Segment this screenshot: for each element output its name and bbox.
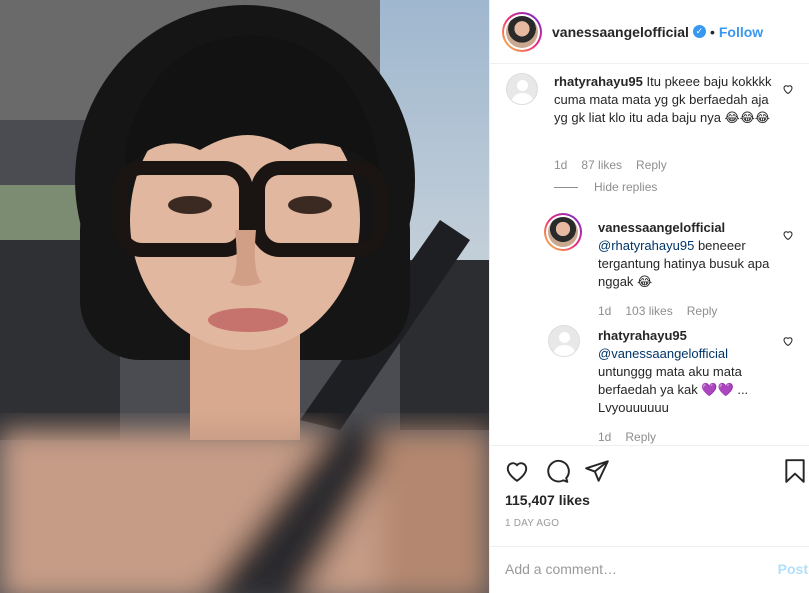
comment-icon[interactable] — [544, 458, 570, 484]
hide-replies-label[interactable]: Hide replies — [594, 180, 657, 194]
author-username[interactable]: vanessaangelofficial — [552, 24, 689, 40]
comment-username[interactable]: rhatyrahayu95 — [554, 74, 643, 89]
reply-likes[interactable]: 103 likes — [625, 304, 672, 318]
hide-replies-toggle[interactable]: Hide replies — [554, 180, 657, 194]
comment-body: rhatyrahayu95 Itu pkeee baju kokkkk cuma… — [554, 73, 782, 127]
share-icon[interactable] — [584, 458, 610, 484]
verified-badge-icon: ✓ — [692, 25, 706, 38]
heart-icon[interactable] — [504, 458, 530, 484]
reply-reply-button[interactable]: Reply — [625, 430, 656, 444]
avatar-placeholder-icon[interactable] — [548, 325, 580, 357]
separator-dot: • — [709, 23, 715, 40]
likes-count[interactable]: 115,407 likes — [505, 492, 590, 508]
photo-illustration — [0, 0, 489, 593]
post-actions: 115,407 likes 1 DAY AGO — [490, 445, 809, 545]
post-detail-pane: vanessaangelofficial ✓ • Follow rhatyrah… — [489, 0, 809, 593]
reply-username[interactable]: rhatyrahayu95 — [598, 328, 687, 343]
reply-like-heart-icon[interactable] — [782, 229, 794, 241]
reply-reply-button[interactable]: Reply — [687, 304, 718, 318]
add-comment-input[interactable]: Add a comment… — [505, 561, 617, 577]
hide-replies-line — [554, 186, 578, 188]
bookmark-icon[interactable] — [784, 458, 806, 484]
reply-mention[interactable]: @rhatyrahayu95 — [598, 238, 694, 253]
comment-reply-button[interactable]: Reply — [636, 158, 667, 172]
reply-meta: 1d 103 likes Reply — [598, 304, 717, 318]
post-comment-button[interactable]: Post — [778, 561, 808, 577]
reply-username[interactable]: vanessaangelofficial — [598, 220, 725, 235]
reply-mention[interactable]: @vanessaangelofficial — [598, 346, 728, 361]
reply-text: untunggg mata aku mata berfaedah ya kak … — [598, 364, 749, 415]
author-avatar[interactable] — [502, 11, 542, 52]
post-photo[interactable] — [0, 0, 489, 593]
comment-meta: 1d 87 likes Reply — [554, 158, 667, 172]
reply-body: vanessaangelofficial @rhatyrahayu95 bene… — [598, 219, 774, 291]
reply-body: rhatyrahayu95 @vanessaangelofficial untu… — [598, 327, 774, 417]
follow-button[interactable]: Follow — [719, 24, 763, 40]
comment-age[interactable]: 1d — [554, 158, 567, 172]
avatar-placeholder-icon[interactable] — [506, 73, 538, 105]
reply-age[interactable]: 1d — [598, 430, 611, 444]
reply-like-heart-icon[interactable] — [782, 335, 794, 347]
comment-likes[interactable]: 87 likes — [581, 158, 622, 172]
add-comment-bar: Add a comment… Post — [490, 546, 809, 593]
reply-author-avatar[interactable] — [544, 213, 582, 251]
comment-like-heart-icon[interactable] — [782, 83, 794, 95]
post-timestamp[interactable]: 1 DAY AGO — [505, 518, 559, 529]
post-header: vanessaangelofficial ✓ • Follow — [490, 0, 809, 64]
comments-list[interactable]: rhatyrahayu95 Itu pkeee baju kokkkk cuma… — [490, 65, 809, 445]
reply-age[interactable]: 1d — [598, 304, 611, 318]
reply-meta: 1d Reply — [598, 430, 656, 444]
